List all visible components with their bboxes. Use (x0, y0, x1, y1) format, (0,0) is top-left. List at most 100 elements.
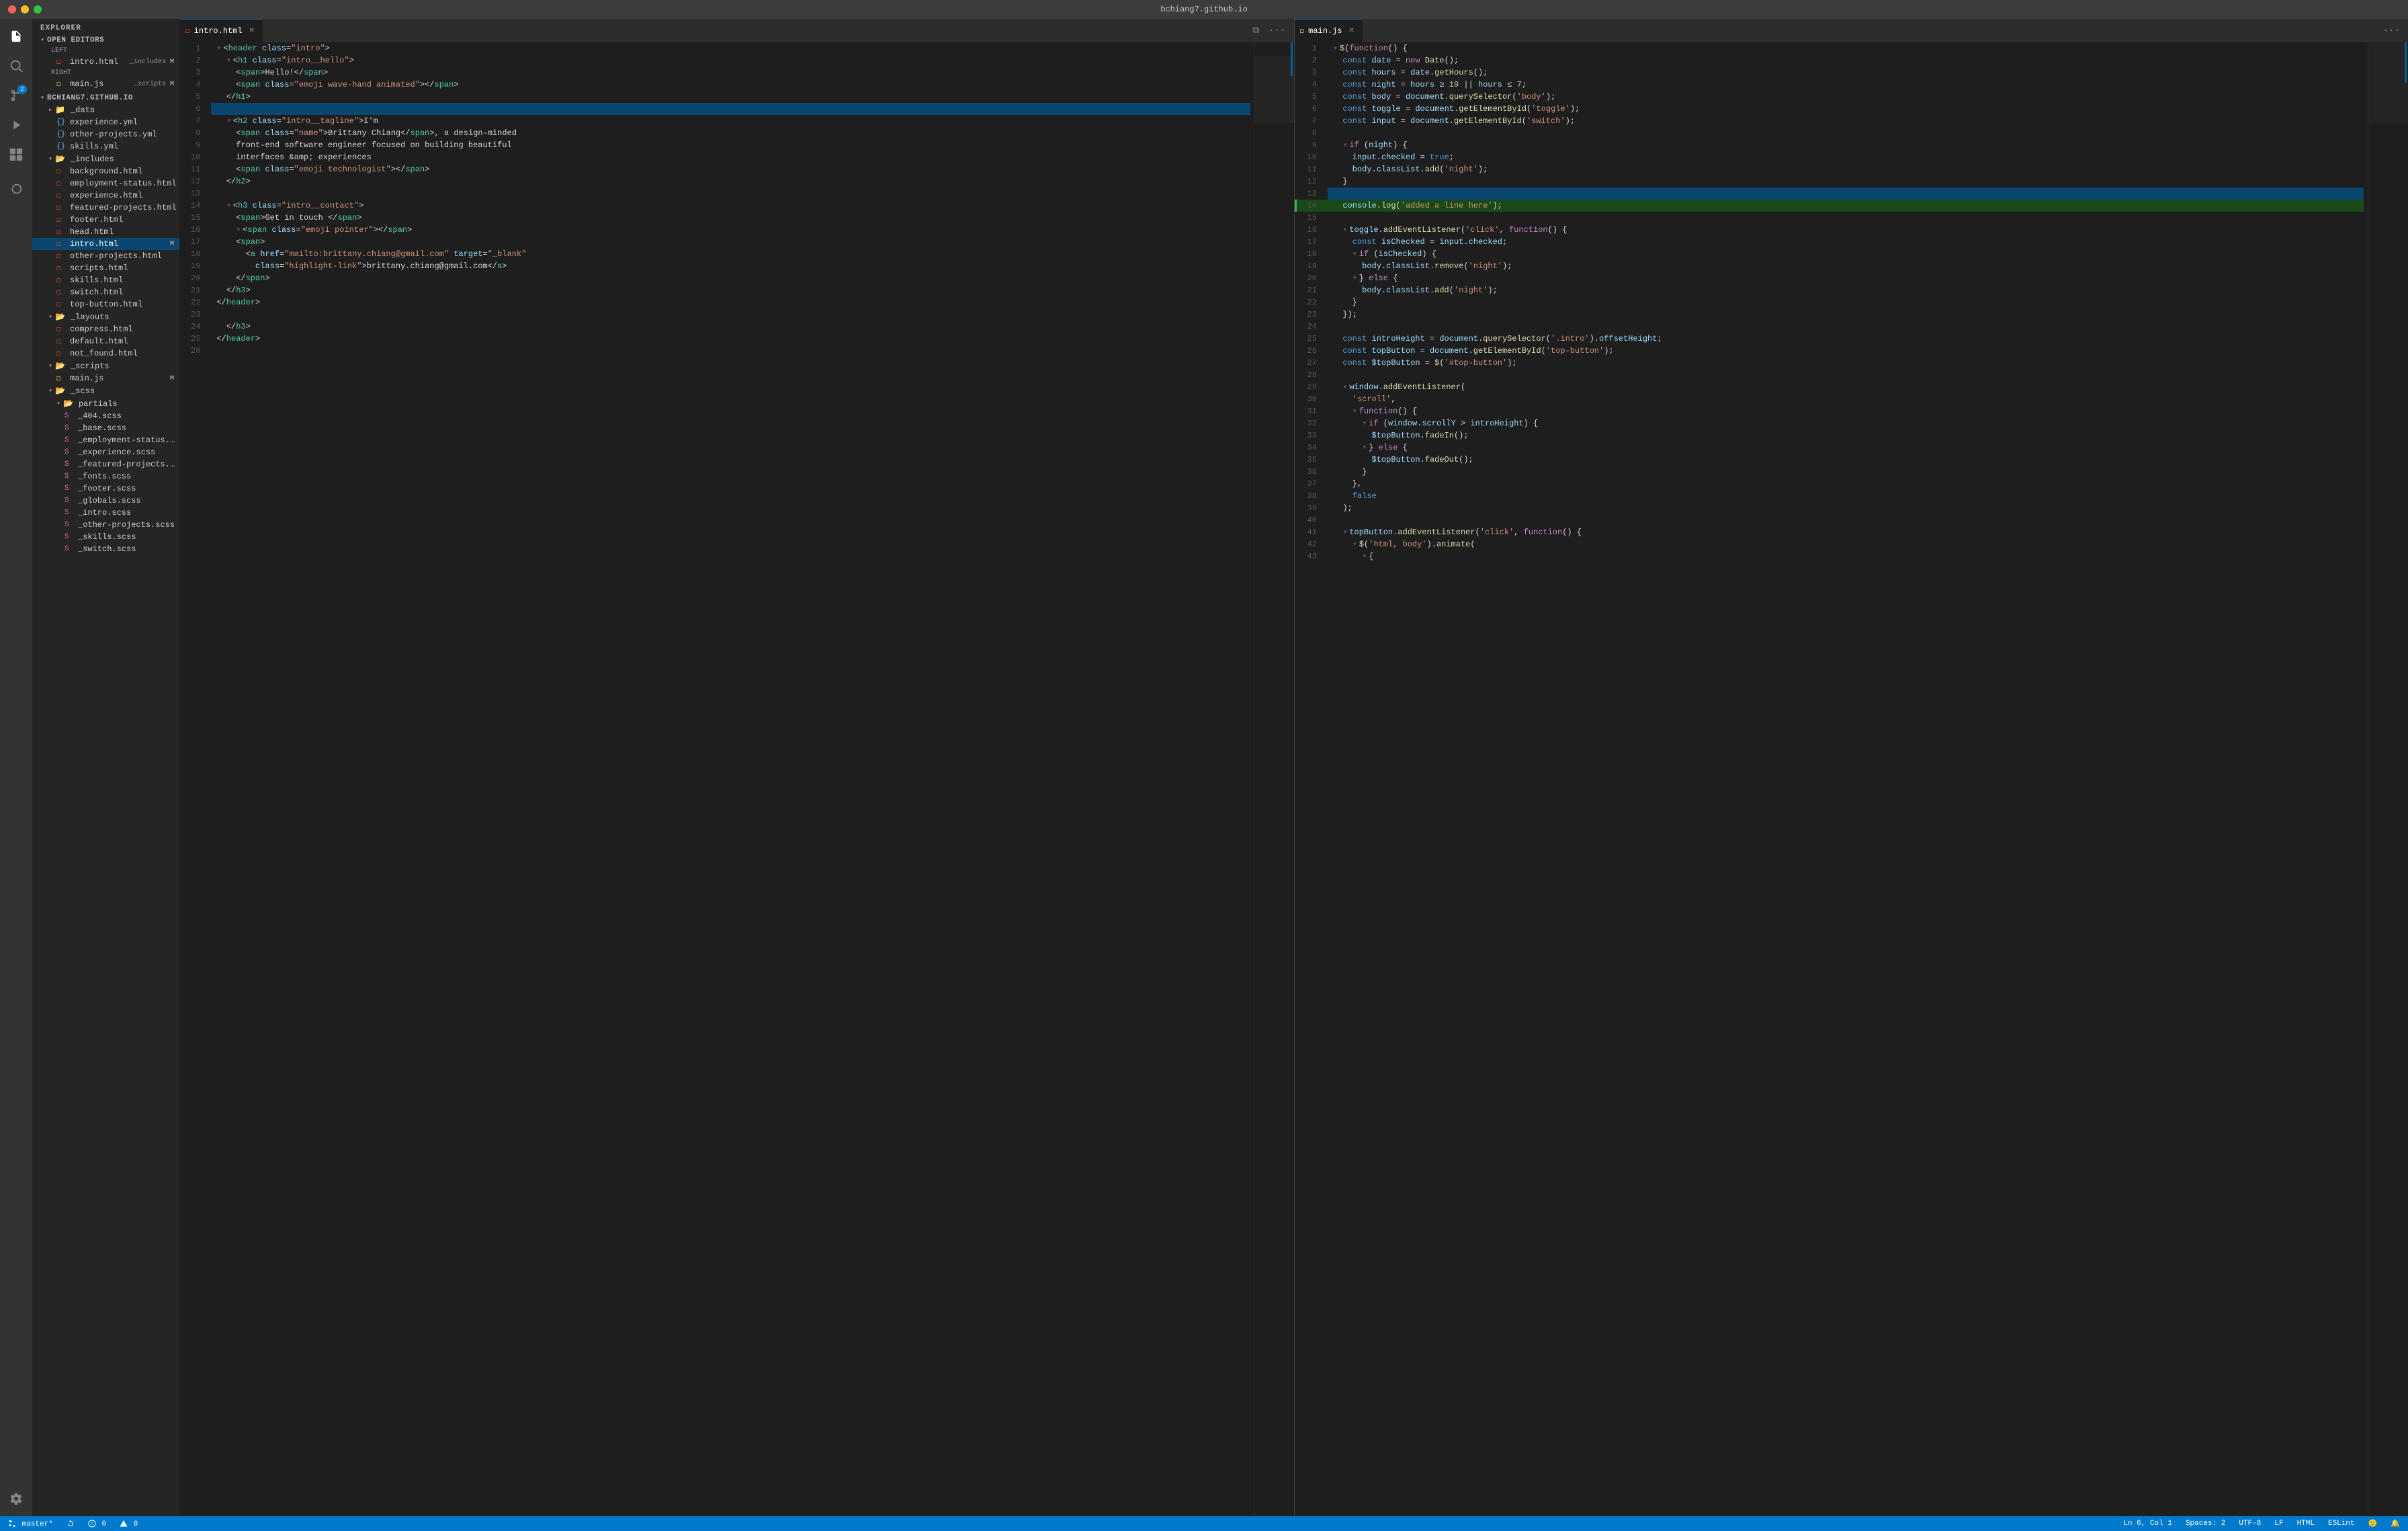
layouts-folder[interactable]: ▾ 📂 _layouts (32, 311, 179, 323)
minimize-button[interactable] (21, 5, 29, 13)
files-icon[interactable] (4, 24, 28, 48)
html-icon: ◻ (56, 215, 67, 224)
head-html[interactable]: ◻head.html (32, 226, 179, 238)
code-line: 28 (1295, 369, 2364, 381)
code-line: 24 (1295, 321, 2364, 333)
experience-html[interactable]: ◻experience.html (32, 190, 179, 202)
settings-icon[interactable] (4, 1487, 28, 1511)
code-line: 43 ▾{ (1295, 550, 2364, 563)
filename: _base.scss (78, 423, 179, 433)
open-editor-main-js[interactable]: ◻ main.js _scripts M (32, 78, 179, 90)
source-control-icon[interactable]: 2 (4, 83, 28, 108)
includes-folder-name: _includes (71, 155, 114, 164)
encoding[interactable]: UTF-8 (2236, 1520, 2264, 1528)
code-line: 16 ▾<span class="emoji pointer"></span> (180, 224, 1250, 236)
includes-folder[interactable]: ▾ 📂 _includes (32, 153, 179, 165)
open-editors-left[interactable]: LEFT (32, 46, 179, 56)
employment-status-html[interactable]: ◻employment-status.html (32, 177, 179, 190)
more-actions-button[interactable]: ··· (1266, 24, 1288, 38)
line-ending[interactable]: LF (2272, 1520, 2286, 1528)
errors-count[interactable]: 0 (85, 1520, 109, 1528)
open-editor-intro-path: _includes (130, 58, 166, 66)
featured-projects-html[interactable]: ◻featured-projects.html (32, 202, 179, 214)
404-scss[interactable]: S_404.scss (32, 410, 179, 422)
fonts-scss[interactable]: S_fonts.scss (32, 470, 179, 483)
code-line: 5 </h1> (180, 91, 1250, 103)
background-html[interactable]: ◻background.html (32, 165, 179, 177)
more-right-button[interactable]: ··· (2380, 24, 2403, 38)
code-line: 11 <span class="emoji technologist"></sp… (180, 163, 1250, 175)
featured-projects-scss[interactable]: S_featured-projects.scss (32, 458, 179, 470)
intro-html-active[interactable]: ◻intro.htmlM (32, 238, 179, 250)
indentation[interactable]: Spaces: 2 (2183, 1520, 2228, 1528)
maximize-button[interactable] (34, 5, 42, 13)
other-projects-html[interactable]: ◻other-projects.html (32, 250, 179, 262)
run-icon[interactable] (4, 113, 28, 137)
open-editors-right[interactable]: RIGHT (32, 68, 179, 78)
warnings-count[interactable]: 0 (117, 1520, 140, 1528)
skills-html[interactable]: ◻skills.html (32, 274, 179, 286)
html-icon: ◻ (56, 239, 67, 249)
other-projects-scss[interactable]: S_other-projects.scss (32, 519, 179, 531)
experience-scss[interactable]: S_experience.scss (32, 446, 179, 458)
partials-folder[interactable]: ▾ 📂 partials (32, 397, 179, 410)
extensions-icon[interactable] (4, 142, 28, 167)
close-button[interactable] (8, 5, 16, 13)
default-html[interactable]: ◻default.html (32, 335, 179, 347)
not-found-html[interactable]: ◻not_found.html (32, 347, 179, 360)
split-editor-button[interactable]: ⧉ (1250, 24, 1262, 38)
footer-scss[interactable]: S_footer.scss (32, 483, 179, 495)
tab-main-js[interactable]: ◻ main.js × (1295, 19, 1363, 42)
git-branch[interactable]: master* (5, 1520, 56, 1528)
js-file-icon: ◻ (56, 79, 67, 89)
scripts-folder[interactable]: ▾ 📂 _scripts (32, 360, 179, 372)
notification-icon[interactable]: 🔔 (2388, 1519, 2403, 1528)
code-line: 17 const isChecked = input.checked; (1295, 236, 2364, 248)
skills-scss[interactable]: S_skills.scss (32, 531, 179, 543)
scss-icon: S (64, 509, 75, 517)
code-line: 15 <span>Get in touch </span> (180, 212, 1250, 224)
code-line: 10 input.checked = true; (1295, 151, 2364, 163)
language-mode[interactable]: HTML (2294, 1520, 2317, 1528)
other-projects-yml[interactable]: {} other-projects.yml (32, 128, 179, 140)
sync-button[interactable] (64, 1520, 77, 1528)
js-icon: ◻ (56, 374, 67, 383)
scripts-html[interactable]: ◻scripts.html (32, 262, 179, 274)
tab-close-js-button[interactable]: × (1346, 26, 1357, 36)
skills-yml[interactable]: {} skills.yml (32, 140, 179, 153)
data-folder[interactable]: ▸ 📁 _data (32, 104, 179, 116)
base-scss[interactable]: S_base.scss (32, 422, 179, 434)
intro-scss[interactable]: S_intro.scss (32, 507, 179, 519)
main-js-file[interactable]: ◻main.jsM (32, 372, 179, 384)
project-root[interactable]: ▾ BCHIANG7.GITHUB.IO (32, 93, 179, 104)
docker-icon[interactable] (4, 177, 28, 202)
globals-scss[interactable]: S_globals.scss (32, 495, 179, 507)
scss-icon: S (64, 436, 75, 444)
filename: switch.html (70, 288, 179, 297)
switch-html[interactable]: ◻switch.html (32, 286, 179, 298)
folder-icon: 📂 (55, 312, 65, 322)
code-line-highlighted: 6 (180, 103, 1250, 115)
left-editor-content[interactable]: 1 ▾<header class="intro"> 2 ▾<h1 class="… (180, 42, 1294, 1516)
employment-status-scss[interactable]: S_employment-status.sc... (32, 434, 179, 446)
right-editor-content[interactable]: 1 ▾$(function() { 2 const date = new Dat… (1295, 42, 2408, 1516)
top-button-html[interactable]: ◻top-button.html (32, 298, 179, 311)
compress-html[interactable]: ◻compress.html (32, 323, 179, 335)
code-line: 13 (180, 188, 1250, 200)
cursor-position[interactable]: Ln 6, Col 1 (2120, 1520, 2175, 1528)
js-tab-icon: ◻ (1300, 26, 1305, 36)
tab-close-button[interactable]: × (247, 26, 257, 36)
tab-intro-html[interactable]: ◻ intro.html × (180, 19, 263, 42)
footer-html[interactable]: ◻footer.html (32, 214, 179, 226)
scss-folder[interactable]: ▾ 📂 _scss (32, 384, 179, 397)
window-title: bchiang7.github.io (1160, 5, 1248, 14)
eslint-status[interactable]: ESLint (2325, 1520, 2358, 1528)
open-editor-intro-html[interactable]: ◻ intro.html _includes M (32, 56, 179, 68)
switch-scss[interactable]: S_switch.scss (32, 543, 179, 555)
open-editors-section[interactable]: ▾ OPEN EDITORS (32, 35, 179, 46)
experience-yml[interactable]: {} experience.yml (32, 116, 179, 128)
left-minimap (1254, 42, 1294, 1516)
search-icon[interactable] (4, 54, 28, 78)
folder-icon: 📂 (55, 154, 65, 164)
smiley-icon[interactable]: 🙂 (2366, 1519, 2380, 1528)
